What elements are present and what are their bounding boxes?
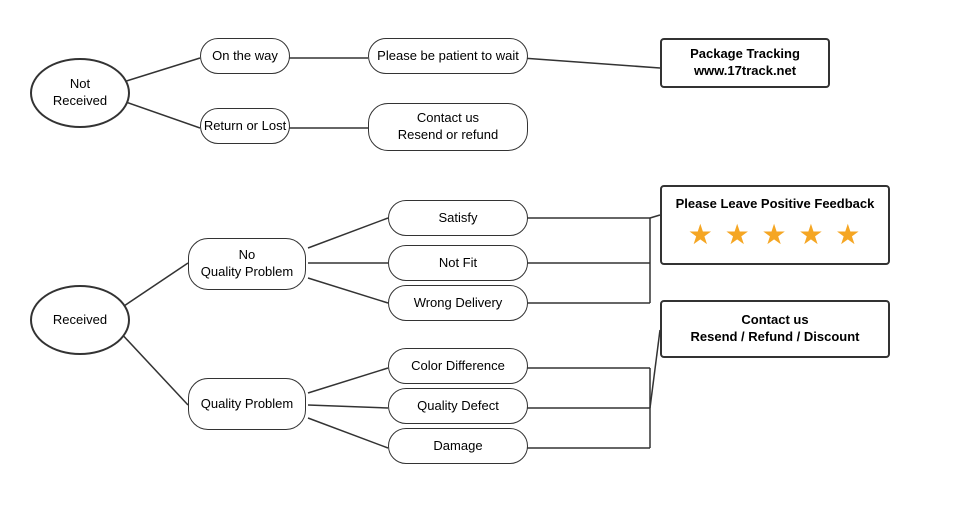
damage-label: Damage — [433, 438, 482, 455]
quality-problem-node: Quality Problem — [188, 378, 306, 430]
wrong-delivery-node: Wrong Delivery — [388, 285, 528, 321]
package-tracking-label: Package Tracking www.17track.net — [690, 46, 800, 80]
on-the-way-label: On the way — [212, 48, 278, 65]
quality-defect-label: Quality Defect — [417, 398, 499, 415]
color-difference-label: Color Difference — [411, 358, 505, 375]
not-received-label: Not Received — [53, 76, 107, 110]
no-quality-problem-node: No Quality Problem — [188, 238, 306, 290]
not-fit-node: Not Fit — [388, 245, 528, 281]
damage-node: Damage — [388, 428, 528, 464]
quality-problem-label: Quality Problem — [201, 396, 293, 413]
package-tracking-node: Package Tracking www.17track.net — [660, 38, 830, 88]
contact-resend-refund-discount-label: Contact us Resend / Refund / Discount — [690, 312, 859, 346]
stars-display: ★ ★ ★ ★ ★ — [688, 217, 863, 253]
not-received-node: Not Received — [30, 58, 130, 128]
return-lost-node: Return or Lost — [200, 108, 290, 144]
diagram: Not Received On the way Please be patien… — [0, 0, 960, 513]
contact-resend-refund-node: Contact us Resend or refund — [368, 103, 528, 151]
wrong-delivery-label: Wrong Delivery — [414, 295, 503, 312]
contact-resend-refund-label: Contact us Resend or refund — [398, 110, 498, 144]
satisfy-label: Satisfy — [438, 210, 477, 227]
no-quality-problem-label: No Quality Problem — [201, 247, 293, 281]
patient-label: Please be patient to wait — [377, 48, 519, 65]
contact-resend-refund-discount-node: Contact us Resend / Refund / Discount — [660, 300, 890, 358]
patient-node: Please be patient to wait — [368, 38, 528, 74]
received-label: Received — [53, 312, 107, 329]
satisfy-node: Satisfy — [388, 200, 528, 236]
not-fit-label: Not Fit — [439, 255, 477, 272]
on-the-way-node: On the way — [200, 38, 290, 74]
color-difference-node: Color Difference — [388, 348, 528, 384]
quality-defect-node: Quality Defect — [388, 388, 528, 424]
positive-feedback-node: Please Leave Positive Feedback ★ ★ ★ ★ ★ — [660, 185, 890, 265]
received-node: Received — [30, 285, 130, 355]
positive-feedback-label: Please Leave Positive Feedback — [676, 196, 875, 213]
return-lost-label: Return or Lost — [204, 118, 286, 135]
